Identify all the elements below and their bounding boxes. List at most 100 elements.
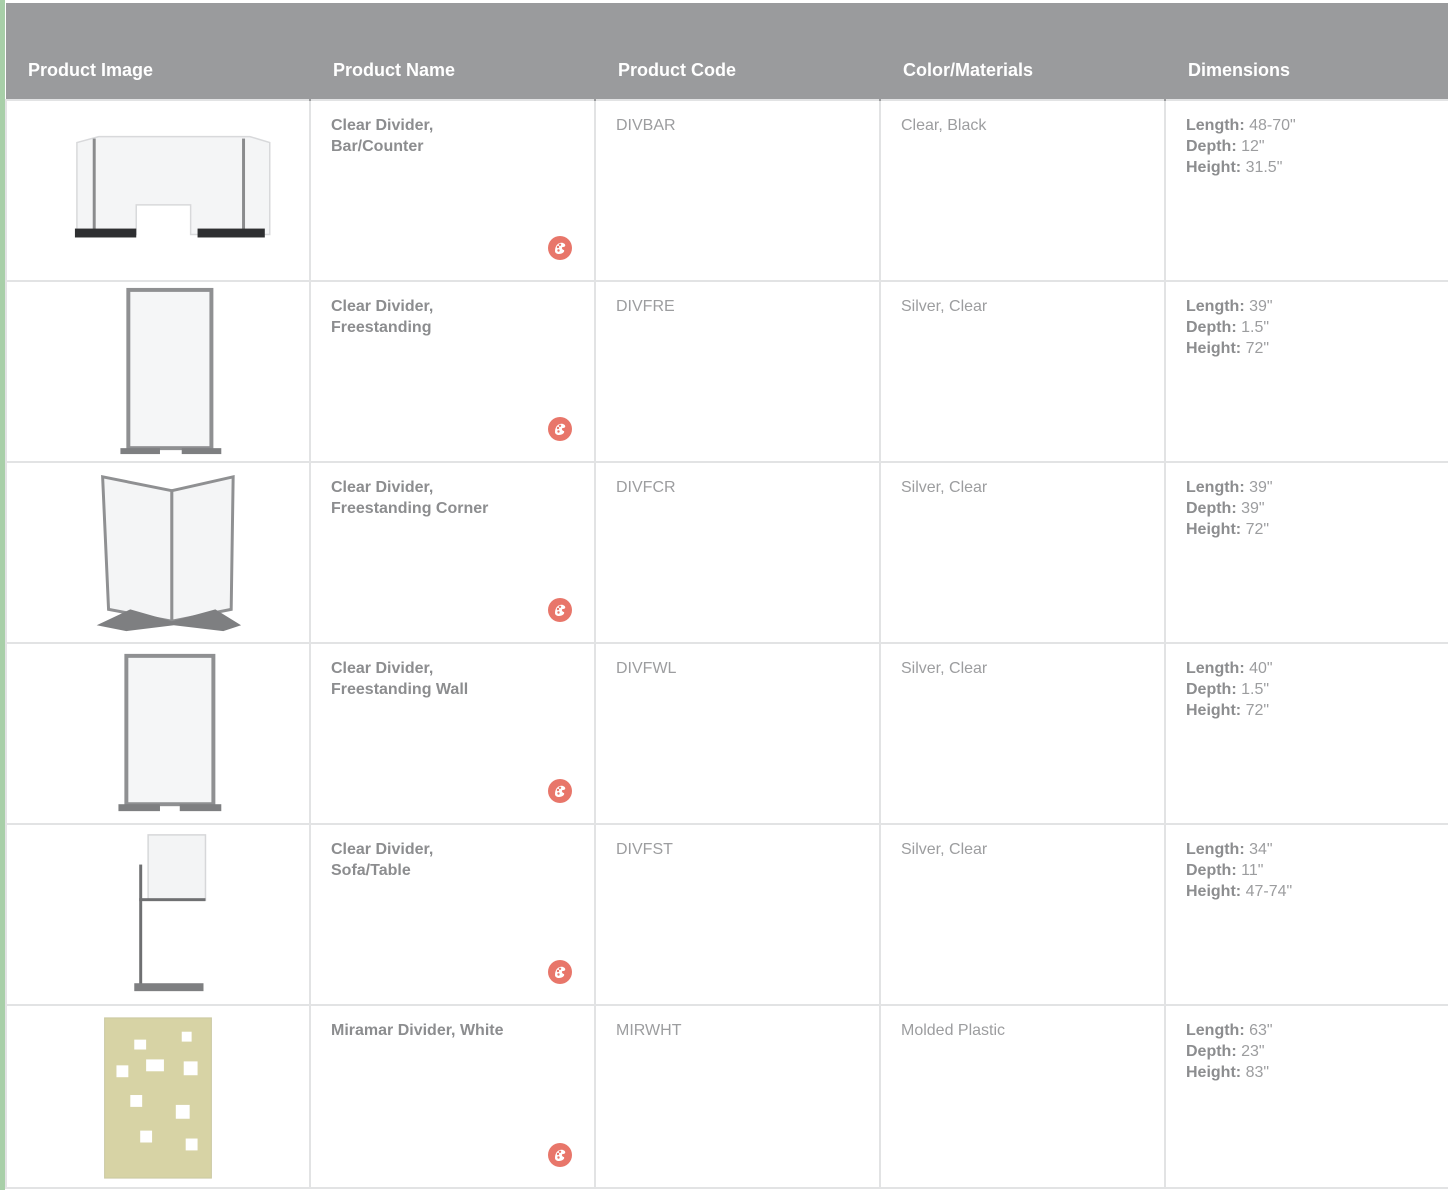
height-label: Height:	[1186, 883, 1242, 900]
product-name: Clear Divider, Bar/Counter	[331, 117, 434, 155]
length-label: Length:	[1186, 841, 1245, 858]
product-name-cell: Clear Divider, Freestanding Corner	[309, 461, 596, 644]
table-row: Clear Divider, Sofa/Table DIVFST Silver,…	[5, 823, 1448, 1006]
header-color-materials: Color/Materials	[880, 3, 1166, 100]
depth-label: Depth:	[1186, 138, 1237, 155]
product-name-cell: Miramar Divider, White	[309, 1004, 596, 1189]
product-image-sofa-table	[134, 834, 207, 992]
dimensions-cell: Length: 39" Depth: 39" Height: 72"	[1164, 461, 1448, 644]
product-code: DIVFST	[616, 841, 673, 858]
product-name-cell: Clear Divider, Sofa/Table	[309, 823, 596, 1006]
product-materials: Clear, Black	[901, 117, 987, 134]
product-materials: Silver, Clear	[901, 660, 988, 677]
height-value: 72"	[1245, 521, 1270, 538]
product-code: DIVFCR	[616, 479, 676, 496]
product-code-cell: DIVFCR	[594, 461, 881, 644]
table-row: Clear Divider, Bar/Counter DIVBAR Clear,…	[5, 99, 1448, 282]
product-image-cell	[5, 280, 311, 463]
height-value: 31.5"	[1245, 159, 1283, 176]
palette-icon[interactable]	[548, 779, 572, 803]
header-product-code: Product Code	[595, 3, 881, 100]
product-name: Clear Divider, Freestanding Corner	[331, 479, 489, 517]
length-value: 34"	[1249, 841, 1273, 858]
table-row: Clear Divider, Freestanding Wall DIVFWL …	[5, 642, 1448, 825]
height-label: Height:	[1186, 159, 1242, 176]
height-label: Height:	[1186, 521, 1242, 538]
table-row: Clear Divider, Freestanding Corner DIVFC…	[5, 461, 1448, 644]
product-materials: Silver, Clear	[901, 298, 988, 315]
product-name-cell: Clear Divider, Freestanding	[309, 280, 596, 463]
product-code-cell: DIVFWL	[594, 642, 881, 825]
length-value: 40"	[1249, 660, 1273, 677]
dimensions-block: Length: 40" Depth: 1.5" Height: 72"	[1186, 658, 1428, 721]
product-materials: Silver, Clear	[901, 479, 988, 496]
length-label: Length:	[1186, 479, 1245, 496]
product-image-freestanding-corner	[96, 474, 242, 632]
dimensions-block: Length: 63" Depth: 23" Height: 83"	[1186, 1020, 1428, 1083]
length-value: 48-70"	[1249, 117, 1296, 134]
dimensions-cell: Length: 34" Depth: 11" Height: 47-74"	[1164, 823, 1448, 1006]
header-dimensions: Dimensions	[1165, 3, 1448, 100]
product-name: Miramar Divider, White	[331, 1022, 504, 1039]
product-code: MIRWHT	[616, 1022, 682, 1039]
product-code-cell: DIVFST	[594, 823, 881, 1006]
length-label: Length:	[1186, 660, 1245, 677]
palette-icon[interactable]	[548, 598, 572, 622]
product-code: DIVFRE	[616, 298, 675, 315]
dimensions-block: Length: 39" Depth: 1.5" Height: 72"	[1186, 296, 1428, 359]
product-image-freestanding	[120, 287, 222, 455]
product-materials: Molded Plastic	[901, 1022, 1006, 1039]
materials-cell: Clear, Black	[879, 99, 1166, 282]
materials-cell: Silver, Clear	[879, 823, 1166, 1006]
product-materials: Silver, Clear	[901, 841, 988, 858]
product-code: DIVFWL	[616, 660, 677, 677]
length-label: Length:	[1186, 117, 1245, 134]
product-name-cell: Clear Divider, Bar/Counter	[309, 99, 596, 282]
palette-icon[interactable]	[548, 236, 572, 260]
height-value: 83"	[1245, 1064, 1270, 1081]
materials-cell: Silver, Clear	[879, 461, 1166, 644]
product-code-cell: DIVBAR	[594, 99, 881, 282]
length-value: 39"	[1249, 479, 1273, 496]
product-table: Product Image Product Name Product Code …	[5, 3, 1448, 1189]
dimensions-cell: Length: 40" Depth: 1.5" Height: 72"	[1164, 642, 1448, 825]
depth-value: 11"	[1241, 862, 1264, 879]
dimensions-block: Length: 34" Depth: 11" Height: 47-74"	[1186, 839, 1428, 902]
table-header-row: Product Image Product Name Product Code …	[6, 3, 1448, 100]
height-label: Height:	[1186, 702, 1242, 719]
depth-value: 1.5"	[1241, 319, 1270, 336]
product-image-miramar	[104, 1017, 212, 1179]
product-image-cell	[5, 1004, 311, 1189]
product-image-cell	[5, 461, 311, 644]
product-name: Clear Divider, Freestanding Wall	[331, 660, 469, 698]
height-value: 72"	[1245, 702, 1270, 719]
table-row: Miramar Divider, White MIRWHT Molded Pla…	[5, 1004, 1448, 1189]
product-code-cell: DIVFRE	[594, 280, 881, 463]
height-value: 47-74"	[1245, 883, 1293, 900]
depth-label: Depth:	[1186, 1043, 1237, 1060]
depth-label: Depth:	[1186, 681, 1237, 698]
depth-label: Depth:	[1186, 319, 1237, 336]
palette-icon[interactable]	[548, 1143, 572, 1167]
dimensions-block: Length: 48-70" Depth: 12" Height: 31.5"	[1186, 115, 1428, 178]
depth-label: Depth:	[1186, 500, 1237, 517]
dimensions-cell: Length: 48-70" Depth: 12" Height: 31.5"	[1164, 99, 1448, 282]
header-product-image: Product Image	[6, 3, 311, 100]
dimensions-cell: Length: 39" Depth: 1.5" Height: 72"	[1164, 280, 1448, 463]
depth-value: 23"	[1241, 1043, 1265, 1060]
palette-icon[interactable]	[548, 960, 572, 984]
table-row: Clear Divider, Freestanding DIVFRE Silve…	[5, 280, 1448, 463]
product-image-cell	[5, 823, 311, 1006]
product-name-cell: Clear Divider, Freestanding Wall	[309, 642, 596, 825]
length-value: 63"	[1249, 1022, 1273, 1039]
product-table-wrapper: Product Image Product Name Product Code …	[5, 3, 1448, 1189]
depth-value: 12"	[1241, 138, 1265, 155]
product-image-cell	[5, 99, 311, 282]
materials-cell: Molded Plastic	[879, 1004, 1166, 1189]
depth-value: 39"	[1241, 500, 1265, 517]
header-product-name: Product Name	[310, 3, 596, 100]
depth-value: 1.5"	[1241, 681, 1270, 698]
depth-label: Depth:	[1186, 862, 1237, 879]
length-label: Length:	[1186, 298, 1245, 315]
palette-icon[interactable]	[548, 417, 572, 441]
